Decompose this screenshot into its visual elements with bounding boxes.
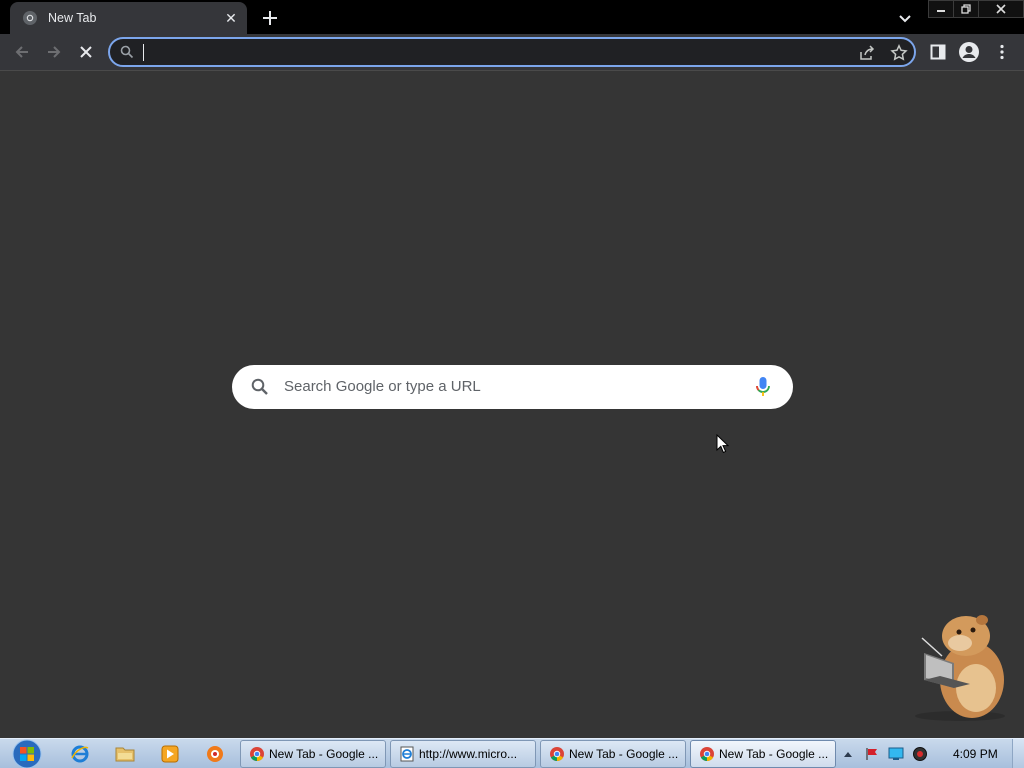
windows-taskbar: New Tab - Google ... http://www.micro...… bbox=[0, 738, 1024, 768]
ntp-search-placeholder: Search Google or type a URL bbox=[284, 378, 481, 395]
taskbar-task-2[interactable]: New Tab - Google ... bbox=[540, 740, 686, 768]
taskbar-task-label: New Tab - Google ... bbox=[569, 747, 679, 761]
profile-button[interactable] bbox=[958, 41, 980, 63]
quicklaunch-ie[interactable] bbox=[69, 743, 91, 765]
internet-explorer-icon bbox=[71, 745, 89, 763]
tab-new-tab[interactable]: New Tab ✕ bbox=[10, 2, 247, 34]
chrome-icon bbox=[250, 747, 264, 762]
quicklaunch-app[interactable] bbox=[204, 743, 226, 765]
taskbar-task-label: New Tab - Google ... bbox=[269, 747, 379, 761]
chrome-icon bbox=[700, 747, 714, 762]
folder-icon bbox=[115, 747, 135, 762]
browser-toolbar bbox=[0, 34, 1024, 71]
restore-button[interactable] bbox=[953, 0, 979, 18]
text-caret bbox=[143, 44, 144, 61]
action-center-flag-icon bbox=[866, 748, 877, 760]
restore-icon bbox=[961, 4, 971, 14]
profile-icon bbox=[959, 42, 979, 62]
network-monitor-icon bbox=[888, 747, 904, 760]
start-button[interactable] bbox=[8, 739, 46, 768]
new-tab-button[interactable] bbox=[258, 6, 282, 30]
taskbar-task-0[interactable]: New Tab - Google ... bbox=[240, 740, 386, 768]
taskbar-task-1[interactable]: http://www.micro... bbox=[390, 740, 536, 768]
app-icon bbox=[207, 746, 223, 762]
hamster-mascot-image bbox=[915, 615, 1005, 721]
arrow-right-icon bbox=[48, 46, 61, 58]
search-icon bbox=[120, 45, 134, 59]
minimize-icon bbox=[937, 10, 945, 12]
taskbar-clock[interactable]: 4:09 PM bbox=[953, 747, 998, 761]
arrow-left-icon bbox=[15, 46, 28, 58]
tray-flag[interactable] bbox=[864, 746, 880, 762]
ntp-search-box[interactable]: Search Google or type a URL bbox=[232, 365, 793, 409]
tray-network[interactable] bbox=[888, 746, 904, 762]
search-icon bbox=[251, 378, 268, 395]
bookmark-star-icon[interactable] bbox=[890, 44, 908, 62]
chrome-icon bbox=[550, 747, 564, 762]
speaker-icon bbox=[913, 747, 927, 761]
close-window-button[interactable] bbox=[978, 0, 1024, 18]
close-icon[interactable]: ✕ bbox=[223, 10, 239, 26]
address-bar[interactable] bbox=[108, 37, 916, 67]
taskbar-task-label: http://www.micro... bbox=[419, 747, 518, 761]
side-panel-button[interactable] bbox=[927, 41, 949, 63]
share-icon[interactable] bbox=[858, 44, 876, 62]
stop-button[interactable] bbox=[75, 41, 97, 63]
quicklaunch-explorer[interactable] bbox=[114, 743, 136, 765]
side-panel-icon bbox=[930, 44, 946, 60]
minimize-button[interactable] bbox=[928, 0, 954, 18]
ie-document-icon bbox=[400, 746, 414, 762]
tab-title: New Tab bbox=[48, 11, 97, 25]
tab-strip: New Tab ✕ bbox=[0, 0, 1024, 34]
forward-button[interactable] bbox=[43, 41, 65, 63]
back-button[interactable] bbox=[11, 41, 33, 63]
chevron-down-icon bbox=[899, 15, 911, 23]
menu-button[interactable] bbox=[991, 41, 1013, 63]
close-icon bbox=[80, 46, 92, 58]
media-player-icon bbox=[161, 745, 179, 763]
quicklaunch-media-player[interactable] bbox=[159, 743, 181, 765]
kebab-menu-icon bbox=[1000, 44, 1004, 60]
taskbar-task-3[interactable]: New Tab - Google ... bbox=[690, 740, 836, 768]
tray-volume[interactable] bbox=[912, 746, 928, 762]
tray-overflow-button[interactable] bbox=[840, 746, 856, 762]
chrome-icon bbox=[23, 11, 37, 25]
mouse-pointer-icon bbox=[716, 434, 730, 454]
tab-search-button[interactable] bbox=[895, 8, 915, 28]
taskbar-task-label: New Tab - Google ... bbox=[719, 747, 829, 761]
close-icon bbox=[996, 4, 1006, 14]
microphone-icon[interactable] bbox=[754, 376, 772, 398]
plus-icon bbox=[263, 11, 277, 25]
address-input[interactable] bbox=[142, 42, 842, 62]
chevron-up-icon bbox=[844, 752, 852, 757]
show-desktop-button[interactable] bbox=[1012, 739, 1024, 768]
window-controls bbox=[928, 0, 1024, 18]
